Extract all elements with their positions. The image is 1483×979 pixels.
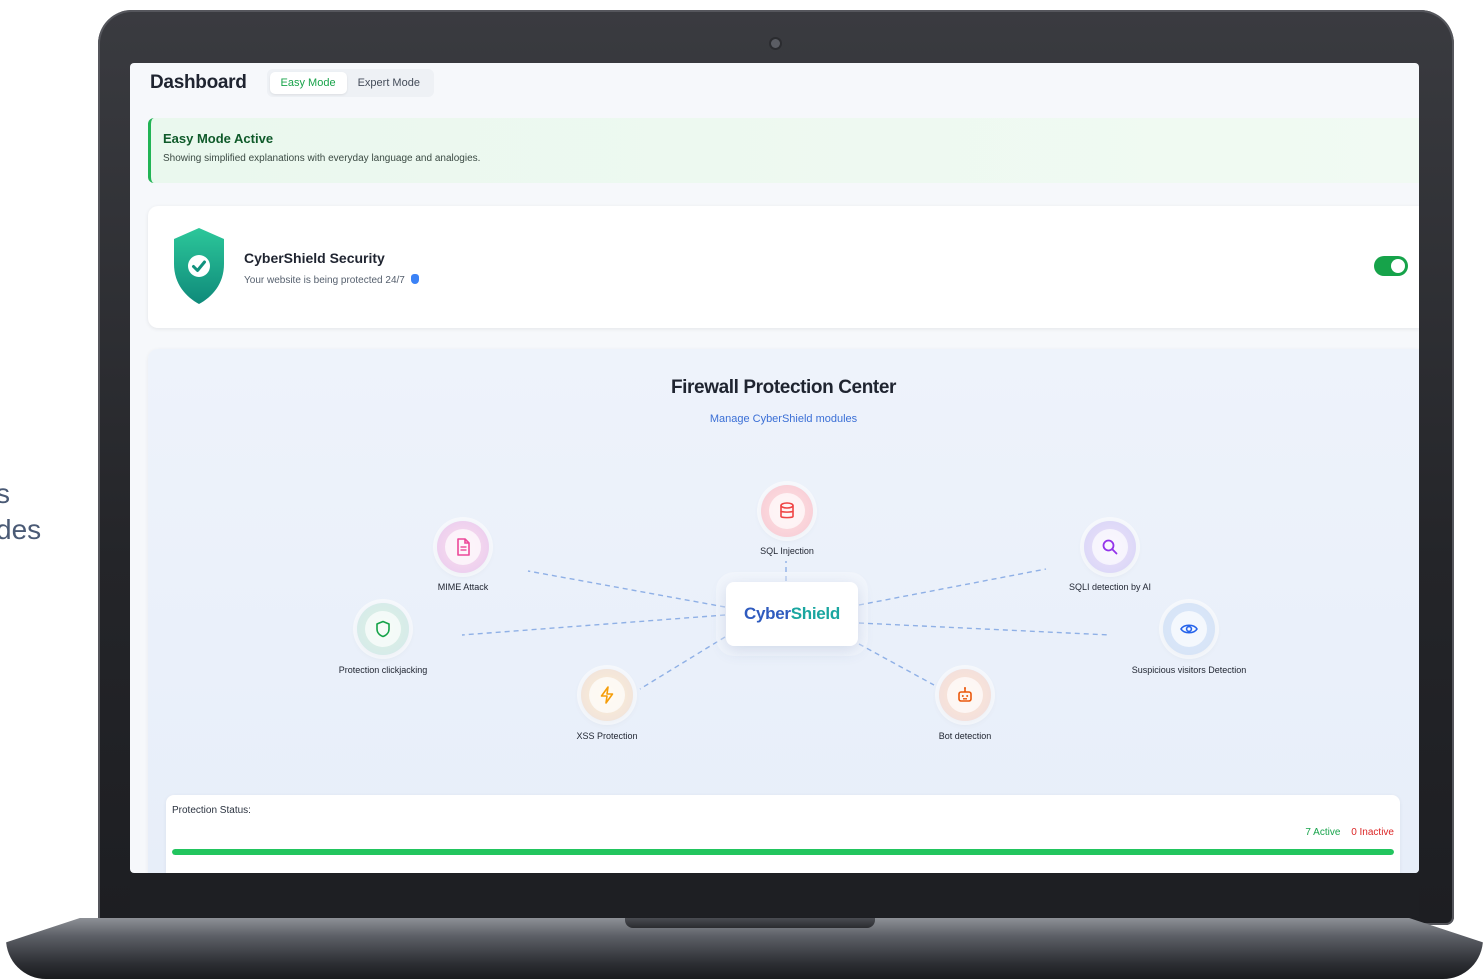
security-subtitle-text: Your website is being protected 24/7 [244,275,405,286]
laptop-screen: Dashboard Easy Mode Expert Mode Easy Mod… [130,63,1419,873]
module-label-xss-protection: XSS Protection [576,731,638,741]
laptop-bottom-bezel [130,873,1419,917]
cybershield-logo: CyberShield [744,604,840,624]
tab-easy-mode[interactable]: Easy Mode [269,72,347,94]
line-clickjacking [461,614,726,636]
line-bot [858,643,935,686]
module-xss-protection[interactable] [581,669,633,721]
module-label-sqli-ai: SQLI detection by AI [1068,582,1152,592]
active-count: 7 Active [1305,827,1341,838]
laptop-notch [625,918,875,928]
firewall-title: Firewall Protection Center [670,377,897,398]
side-text-fragment: s des [0,476,41,548]
status-progress-fill [172,849,1394,855]
shield-icon [376,620,390,638]
page-title: Dashboard [150,72,247,93]
firewall-panel: Firewall Protection Center Manage CyberS… [148,349,1419,873]
logo-part-1: Cyber [744,604,791,623]
stage: s des Dashboard Easy Mode Expert Mode Ea… [0,0,1483,979]
security-title: CyberShield Security [244,250,385,266]
module-label-bot-detection: Bot detection [938,731,992,741]
file-icon [457,538,470,556]
status-label: Protection Status: [172,805,251,816]
security-card: CyberShield Security Your website is bei… [148,206,1419,328]
line-mime [527,570,726,608]
shield-check-icon [174,228,224,304]
banner-subtitle: Showing simplified explanations with eve… [163,153,481,164]
module-sqli-ai[interactable] [1084,521,1136,573]
module-sql-injection[interactable] [761,485,813,537]
status-counts: 7 Active 0 Inactive [1305,827,1394,838]
toggle-knob [1391,259,1405,273]
line-xss [639,636,726,690]
side-text-line-1: s [0,478,10,509]
module-label-mime-attack: MIME Attack [437,582,489,592]
logo-part-2: Shield [790,604,841,623]
protection-status-card: Protection Status: 7 Active 0 Inactive [166,795,1400,873]
eye-icon [1180,624,1198,634]
bolt-icon [600,686,614,704]
security-subtitle: Your website is being protected 24/7 [244,274,419,286]
module-suspicious-visitors[interactable] [1163,603,1215,655]
mode-tabs: Easy Mode Expert Mode [266,69,434,97]
module-label-clickjacking: Protection clickjacking [338,665,428,675]
module-clickjacking[interactable] [357,603,409,655]
module-label-suspicious-visitors: Suspicious visitors Detection [1131,665,1247,675]
module-label-sql-injection: SQL Injection [760,546,814,556]
banner-title: Easy Mode Active [163,131,274,146]
bot-icon [958,687,972,702]
inactive-count: 0 Inactive [1351,827,1394,838]
line-suspicious [858,622,1111,636]
line-sqli-ai [858,568,1047,606]
search-icon [1102,539,1118,555]
database-icon [780,502,794,519]
module-bot-detection[interactable] [939,669,991,721]
tab-expert-mode[interactable]: Expert Mode [347,72,431,94]
side-text-line-2: des [0,514,42,545]
status-progress-track [172,849,1394,855]
protection-toggle[interactable] [1374,256,1408,276]
shield-small-icon [410,274,419,284]
top-bar: Dashboard Easy Mode Expert Mode [130,63,1419,103]
camera-icon [771,39,780,48]
module-mime-attack[interactable] [437,521,489,573]
cybershield-logo-box: CyberShield [726,582,858,646]
firewall-subtitle: Manage CyberShield modules [709,413,858,425]
mode-banner: Easy Mode Active Showing simplified expl… [148,118,1419,183]
